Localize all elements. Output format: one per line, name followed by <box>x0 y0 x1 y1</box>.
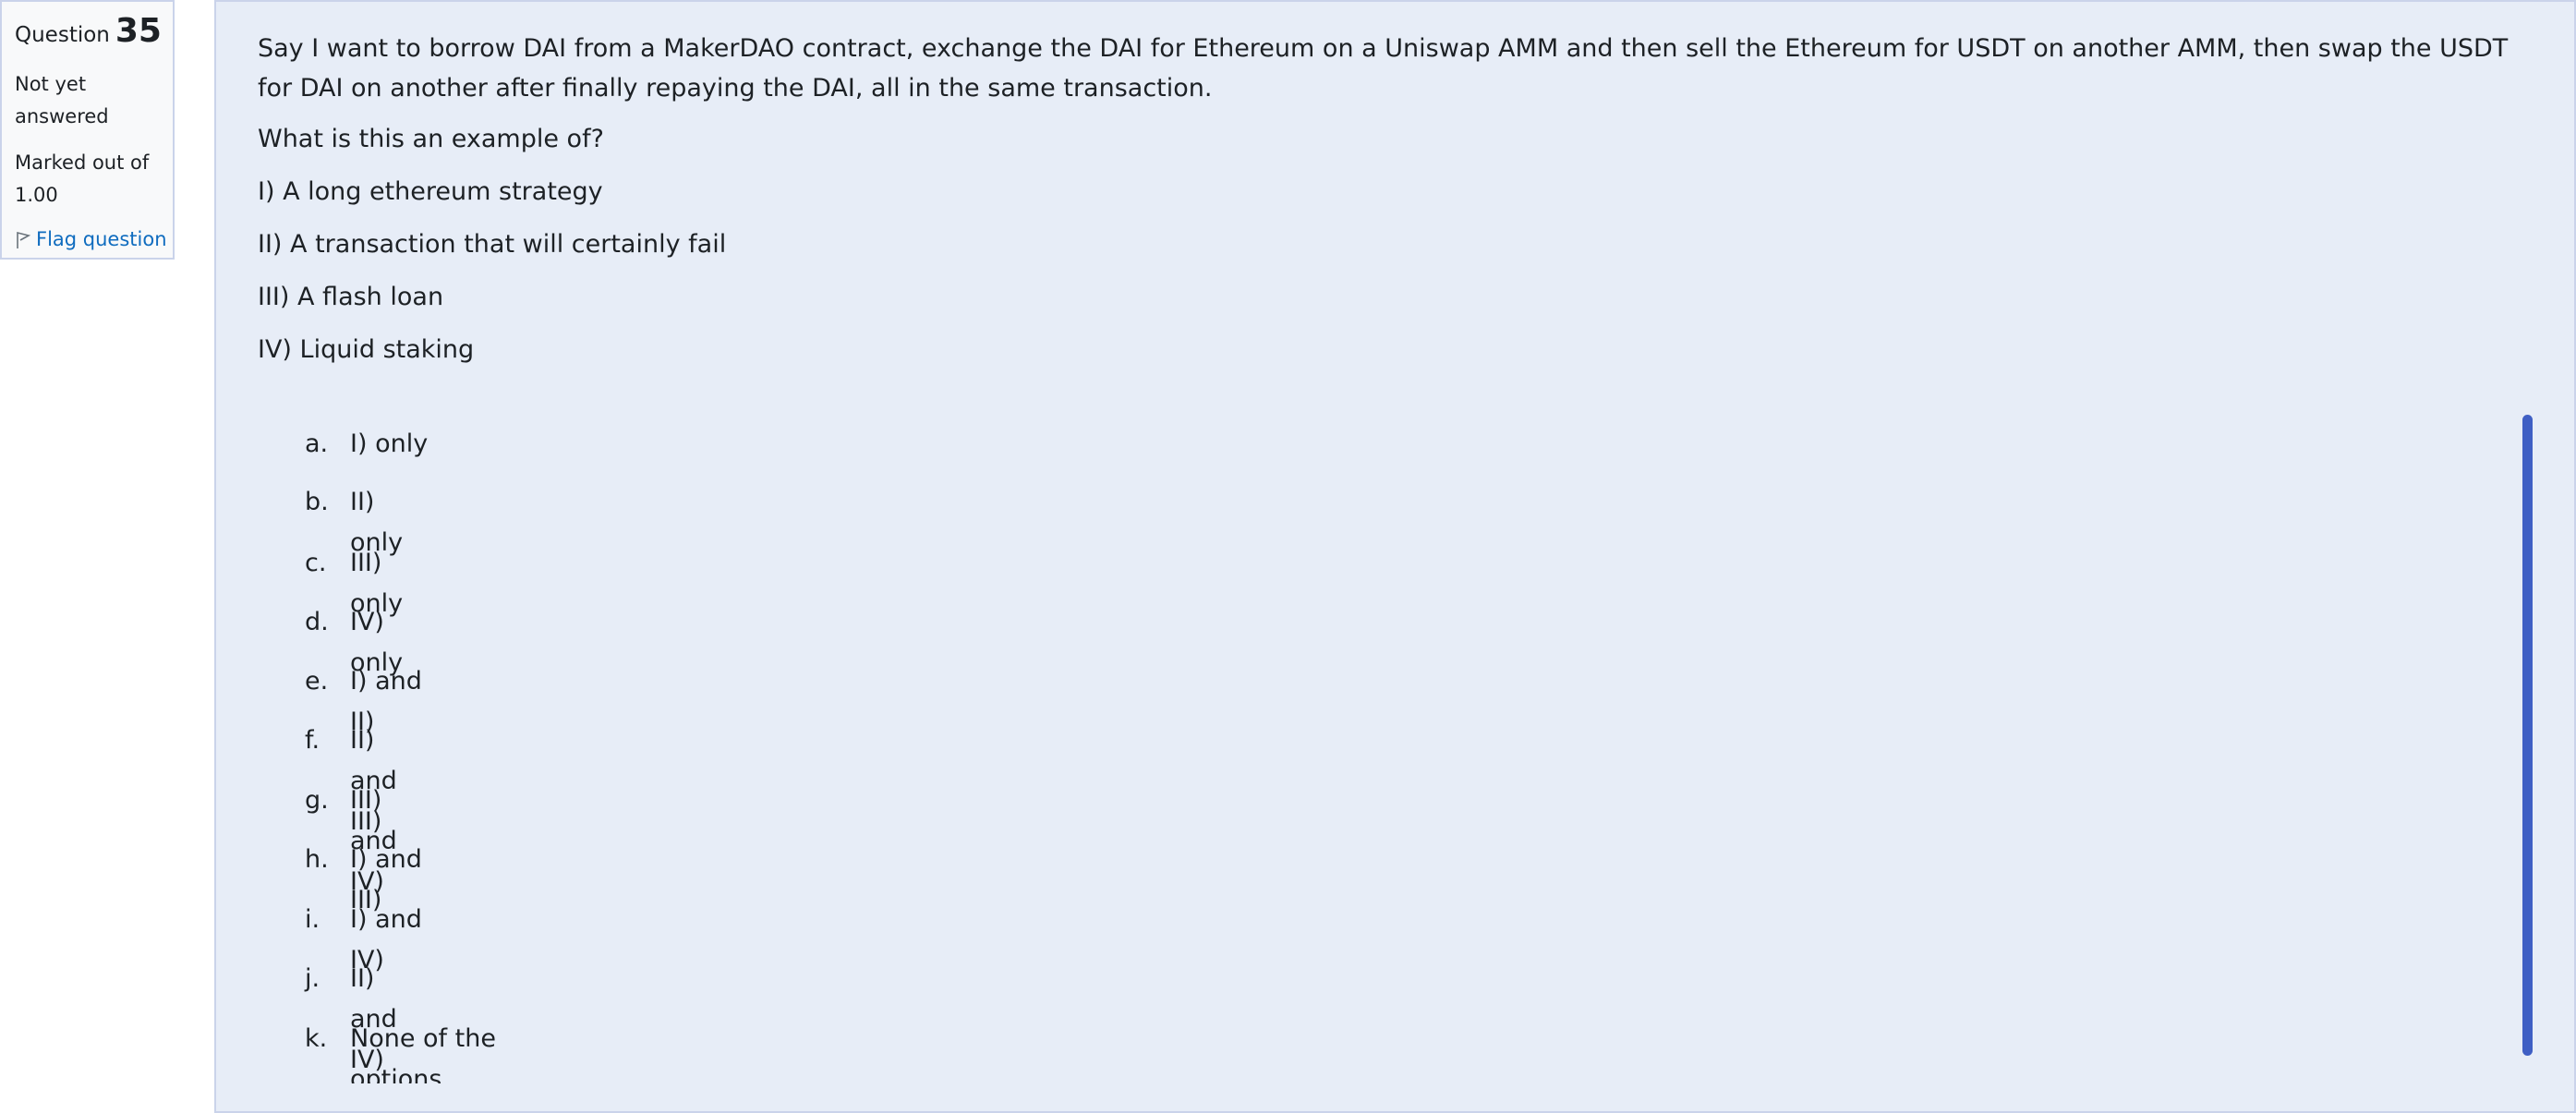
question-number-heading: Question 35 <box>15 11 173 55</box>
question-info-panel: Question 35 Not yet answered Marked out o… <box>0 0 175 260</box>
statement-4: IV) Liquid staking <box>258 335 475 364</box>
question-number: 35 <box>115 12 162 50</box>
answer-letter: e. <box>305 667 329 696</box>
statement-3: III) A flash loan <box>258 283 444 311</box>
answer-text: None of the options <box>350 1024 496 1083</box>
answer-letter: h. <box>305 845 329 874</box>
question-state: Not yet answered <box>15 73 109 127</box>
question-content-panel: Say I want to borrow DAI from a MakerDAO… <box>214 0 2576 1113</box>
answer-letter: b. <box>305 488 329 516</box>
answer-letter: i. <box>305 905 320 934</box>
answer-letter: a. <box>305 429 329 458</box>
flag-question-label: Flag question <box>36 228 167 250</box>
answer-list: a. I) only b. II) only c. III) only d. I… <box>216 411 2525 1083</box>
answer-letter: f. <box>305 726 320 755</box>
statement-2: II) A transaction that will certainly fa… <box>258 230 727 259</box>
question-label: Question <box>15 23 110 47</box>
flag-question-link[interactable]: Flag question <box>15 224 173 256</box>
question-grade: Marked out of 1.00 <box>15 151 150 206</box>
answer-letter: c. <box>305 549 327 577</box>
flag-icon <box>15 228 36 250</box>
answer-letter: k. <box>305 1024 328 1053</box>
answer-text: I) only <box>350 429 429 458</box>
statement-1: I) A long ethereum strategy <box>258 177 603 206</box>
answer-letter: d. <box>305 608 329 636</box>
answer-letter: j. <box>305 964 320 993</box>
answers-scrollbar[interactable] <box>2522 415 2533 1056</box>
question-paragraph: Say I want to borrow DAI from a MakerDAO… <box>258 34 2509 103</box>
question-prompt: What is this an example of? <box>258 125 604 153</box>
question-text: Say I want to borrow DAI from a MakerDAO… <box>258 29 2521 369</box>
answer-letter: g. <box>305 786 329 815</box>
